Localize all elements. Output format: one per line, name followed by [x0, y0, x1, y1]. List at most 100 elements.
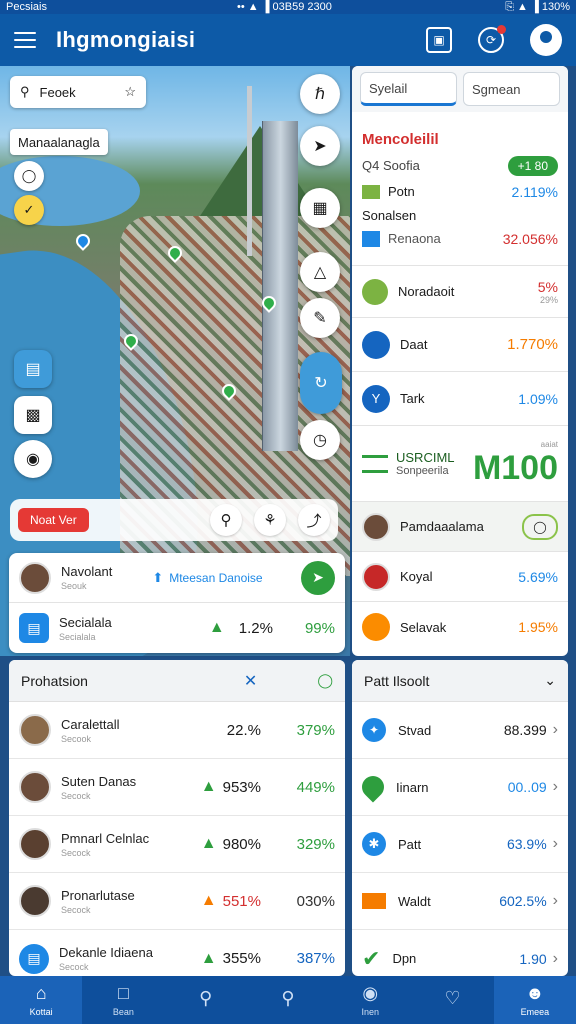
item-value: 00..09 [507, 779, 547, 795]
scan-icon[interactable]: ▣ [426, 27, 452, 53]
nav-places[interactable]: ◉ Inen [329, 976, 411, 1024]
item-sub: Secock [61, 790, 91, 801]
layers-button[interactable]: ℏ [300, 74, 340, 114]
item-sub: Secock [61, 847, 91, 858]
list-item[interactable]: Pronarlutase Secock ▲ 551% 030% [9, 873, 345, 930]
map-pin[interactable] [73, 231, 93, 251]
nav-profile[interactable]: ☻ Emeea [493, 976, 576, 1024]
route-icon[interactable]: ↻ [300, 352, 342, 414]
building-icon[interactable]: ▦ [300, 188, 340, 228]
item-pct2: 449% [296, 778, 335, 796]
item-name: Pronarlutase [61, 887, 135, 903]
avatar [19, 771, 51, 803]
profile-icon: ☻ [525, 983, 545, 1003]
message-icon: □ [117, 983, 129, 1003]
list-item[interactable]: Suten Danas Secock ▲ 953% 449% [9, 759, 345, 816]
avatar [19, 828, 51, 860]
car-icon[interactable]: ⚘ [254, 504, 286, 536]
production-list: Prohatsion ✕ ◯ Caralettall Secook 22.% 37… [9, 660, 345, 976]
summary-row[interactable]: ▤ Secialala Secialala ▲ 1.2% 99% [9, 603, 345, 653]
chart-icon[interactable]: ▩ [14, 396, 52, 434]
person-row[interactable]: Selavak 1.95% [352, 602, 568, 652]
close-icon[interactable]: ✕ [244, 671, 257, 691]
chevron-down-icon[interactable]: ⌄ [544, 672, 556, 689]
person-pct: 1.95% [518, 619, 558, 635]
person-icon: ▲ [200, 778, 217, 795]
notification-dot [497, 25, 506, 34]
avatar [19, 885, 51, 917]
panel-icon[interactable]: ▤ [14, 350, 52, 388]
layer-icon[interactable]: ◯ [14, 161, 44, 191]
stat-row[interactable]: Y Tark 1.09% [352, 372, 568, 426]
item-name: Dpn [392, 951, 417, 966]
tab-sgmean[interactable]: Sgmean [463, 72, 560, 106]
nav-favorites[interactable]: ♡ [411, 976, 493, 1024]
chevron-right-icon: › [552, 892, 558, 909]
person-pct: 5.69% [518, 568, 558, 585]
timer-icon[interactable]: ◷ [300, 420, 340, 460]
usage-row[interactable]: USRCIML Sonpeerila aaiat M100 [352, 426, 568, 502]
list-item[interactable]: ▤ Dekanle Idiaena Secock ▲ 355% 387% [9, 930, 345, 976]
person-row[interactable]: Koyal 5.69% [352, 552, 568, 602]
map-location-label: Manaalanagla [10, 129, 108, 155]
list-item[interactable]: Iinarn 00..09 › [352, 759, 568, 816]
summary-link[interactable]: Mteesan Danoise [169, 571, 262, 585]
measure-icon[interactable]: △ [300, 252, 340, 292]
summary-row[interactable]: Navolant Seouk ⬆ Mteesan Danoise ➤ [9, 553, 345, 603]
toggle-icon[interactable]: ◯ [522, 513, 558, 540]
item-pct2: 030% [296, 892, 335, 910]
news-chip[interactable]: Noat Ver [18, 508, 89, 532]
kv-label: Sonalsen [362, 207, 417, 223]
status-badge: +1 80 [507, 155, 558, 176]
nav-label: Kottai [29, 1007, 53, 1017]
bookmark-icon[interactable]: ☆ [124, 84, 136, 100]
nav-messages[interactable]: □ Bean [82, 976, 164, 1024]
navigate-icon[interactable]: ➤ [301, 560, 335, 595]
panel-title: Mencoleilil [362, 130, 439, 148]
share-icon[interactable]: ⤴ [298, 504, 330, 536]
list-item[interactable]: ✱ Patt 63.9% › [352, 816, 568, 873]
person-name: Selavak [400, 619, 447, 635]
nav-label: Emeea [520, 1007, 550, 1017]
ruler-icon[interactable]: ✎ [300, 298, 340, 338]
avatar [19, 714, 51, 746]
stat-row[interactable]: Noradaoit 5% 29% [352, 266, 568, 318]
map-search-text: Feoek [39, 84, 76, 100]
item-name: Patt [398, 836, 422, 852]
explore-icon: ⚲ [199, 988, 213, 1008]
person-row[interactable]: Pamdaaalama ◯ [352, 502, 568, 552]
notification-icon[interactable]: ⟳ [478, 25, 506, 53]
home-icon: ⌂ [35, 983, 47, 1003]
stat-row[interactable]: Daat 1.770% [352, 318, 568, 372]
maps-app-icon[interactable]: ◉ [14, 440, 52, 478]
usage-title: USRCIML [396, 450, 455, 465]
status-left: Pecsiais [6, 1, 47, 13]
summary-name: Secialala [59, 614, 112, 630]
chevron-right-icon: › [552, 949, 558, 967]
list-item[interactable]: Caralettall Secook 22.% 379% [9, 702, 345, 759]
summary-name: Navolant [61, 564, 113, 579]
menu-icon[interactable] [14, 32, 36, 48]
stat-name: Daat [400, 337, 428, 352]
list-item[interactable]: Pmnarl Celnlac Secock ▲ 980% 329% [9, 816, 345, 873]
kv-label: Potn [388, 184, 415, 199]
compass-icon[interactable]: ✓ [14, 195, 44, 225]
nav-explore[interactable]: ⚲ [165, 976, 247, 1024]
item-name: Stvad [398, 722, 432, 738]
shield-icon[interactable]: ◯ [317, 672, 333, 689]
list-item[interactable]: ✦ Stvad 88.399 › [352, 702, 568, 759]
list-item[interactable]: Waldt 602.5% › [352, 873, 568, 930]
nav-home[interactable]: ⌂ Kottai [0, 976, 83, 1024]
map-search[interactable]: ⚲ Feoek ☆ [10, 76, 146, 108]
item-name: Pmnarl Celnlac [61, 830, 150, 846]
list-item[interactable]: ✔ Dpn 1.90 › [352, 930, 568, 976]
directions-icon[interactable]: ➤ [300, 126, 340, 166]
profile-avatar[interactable] [530, 24, 562, 56]
item-value: 602.5% [499, 893, 547, 909]
list-title: Patt Ilsoolt [364, 672, 430, 689]
item-name: Caralettall [61, 716, 120, 732]
item-name: Waldt [398, 893, 431, 909]
tab-syelail[interactable]: Syelail [360, 72, 457, 106]
nav-search[interactable]: ⚲ [247, 976, 329, 1024]
search-icon[interactable]: ⚲ [210, 504, 242, 536]
